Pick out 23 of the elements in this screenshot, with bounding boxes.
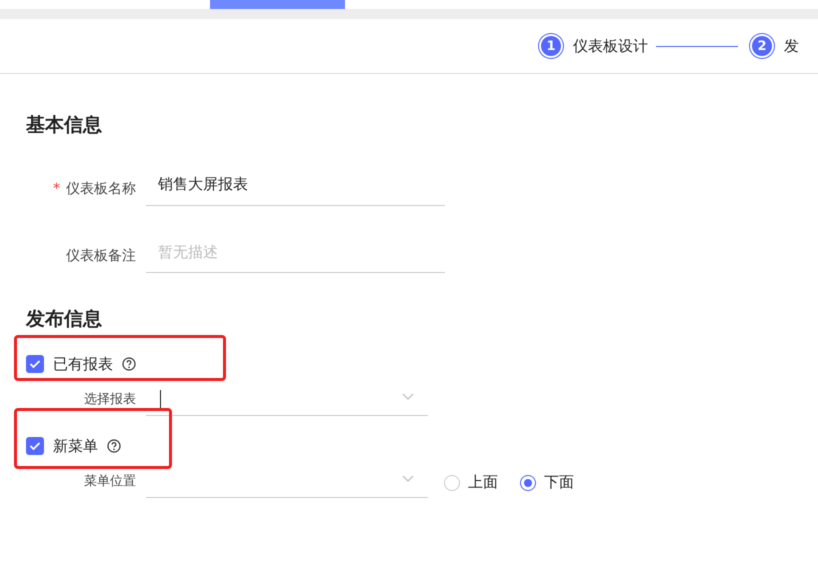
chevron-down-icon (402, 475, 414, 483)
section-title: 发布信息 (26, 307, 103, 330)
field-label: 仪表板名称 (66, 181, 136, 197)
checkbox[interactable] (26, 437, 44, 455)
check-icon (29, 359, 41, 369)
checkbox-label: 新菜单 (53, 436, 98, 456)
help-icon[interactable] (122, 357, 136, 371)
section-title: 基本信息 (26, 113, 103, 136)
step-number: 2 (752, 36, 772, 56)
chevron-down-icon (402, 393, 414, 401)
help-icon[interactable] (107, 439, 121, 453)
required-mark: * (53, 181, 60, 197)
radio-option[interactable]: 下面 (520, 473, 574, 492)
checkbox-label: 已有报表 (53, 354, 113, 374)
step-label: 发 (784, 36, 799, 56)
field-label: 仪表板备注 (66, 248, 136, 264)
field-label: 菜单位置 (84, 473, 137, 491)
step-number: 1 (541, 36, 561, 56)
field-label: 选择报表 (84, 391, 137, 409)
check-icon (29, 441, 41, 451)
step-label: 仪表板设计 (573, 36, 648, 56)
checkbox[interactable] (26, 355, 44, 373)
radio-option[interactable]: 上面 (444, 473, 498, 492)
